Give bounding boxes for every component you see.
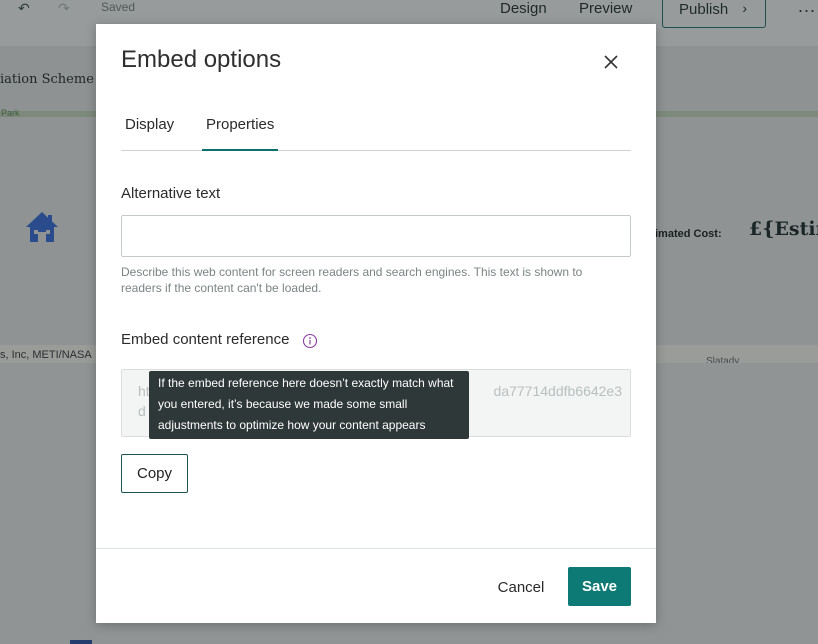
copy-button[interactable]: Copy — [121, 454, 188, 493]
embed-reference-label: Embed content reference — [121, 331, 290, 348]
footer-divider — [96, 548, 656, 549]
embed-reference-start: ht — [138, 383, 150, 399]
embed-reference-tooltip: If the embed reference here doesn’t exac… — [149, 371, 469, 439]
content-accent — [70, 640, 92, 644]
estimated-cost-value: £{Estim — [749, 218, 818, 240]
undo-icon[interactable]: ↶ — [18, 0, 30, 17]
embed-reference-end: da77714ddfb6642e3 — [493, 383, 622, 399]
more-options-icon[interactable]: ... — [798, 0, 816, 17]
publish-button[interactable]: Publish › — [662, 0, 766, 28]
tab-display[interactable]: Display — [125, 116, 174, 151]
embed-reference-line2: d — [138, 403, 146, 419]
save-status: Saved — [101, 0, 136, 14]
save-button[interactable]: Save — [568, 567, 631, 606]
estimated-cost-label: imated Cost: — [655, 228, 722, 240]
cancel-button[interactable]: Cancel — [488, 568, 554, 606]
redo-icon[interactable]: ↷ — [58, 0, 70, 17]
close-icon — [604, 55, 618, 69]
house-icon — [26, 212, 58, 242]
alt-text-help: Describe this web content for screen rea… — [121, 265, 583, 295]
embed-options-dialog: Embed options Display Properties Alterna… — [96, 24, 656, 623]
close-button[interactable] — [598, 49, 624, 75]
tab-properties[interactable]: Properties — [202, 116, 279, 151]
publish-label: Publish — [679, 1, 729, 18]
preview-tab[interactable]: Preview — [579, 0, 632, 17]
dialog-title: Embed options — [121, 46, 282, 73]
info-icon[interactable] — [302, 333, 318, 349]
chevron-right-icon: › — [742, 0, 747, 16]
alt-text-label: Alternative text — [121, 185, 221, 202]
map-attribution: s, Inc, METI/NASA — [0, 349, 92, 361]
story-title: iation Scheme — [0, 72, 94, 87]
design-tab[interactable]: Design — [500, 0, 547, 17]
dialog-tabs: Display Properties — [121, 110, 631, 151]
alt-text-input[interactable] — [121, 215, 631, 257]
